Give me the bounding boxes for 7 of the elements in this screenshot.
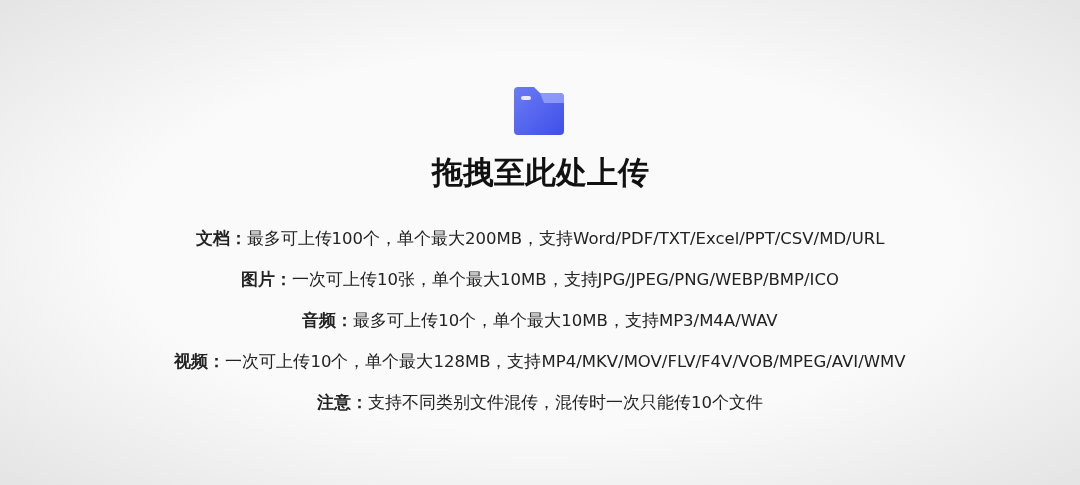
rule-text: 文档：最多可上传100个，单个最大200MB，支持Word/PDF/TXT/Excel/PPT/CSV/MD/URL <box>195 228 885 250</box>
upload-title: 拖拽至此处上传 <box>431 157 649 188</box>
folder-icon <box>514 85 566 135</box>
rule-text: 音频：最多可上传10个，单个最大10MB，支持MP3/M4A/WAV <box>302 310 778 332</box>
rule-text: 图片：一次可上传10张，单个最大10MB，支持JPG/JPEG/PNG/WEBP/BMP/ICO <box>241 269 839 291</box>
rule-text: 视频：一次可上传10个，单个最大128MB，支持MP4/MKV/MOV/FLV/F4V/VOB/MPEG/AVI/WMV <box>174 351 906 373</box>
rule-text: 注意：支持不同类别文件混传，混传时一次只能传10个文件 <box>317 392 763 414</box>
